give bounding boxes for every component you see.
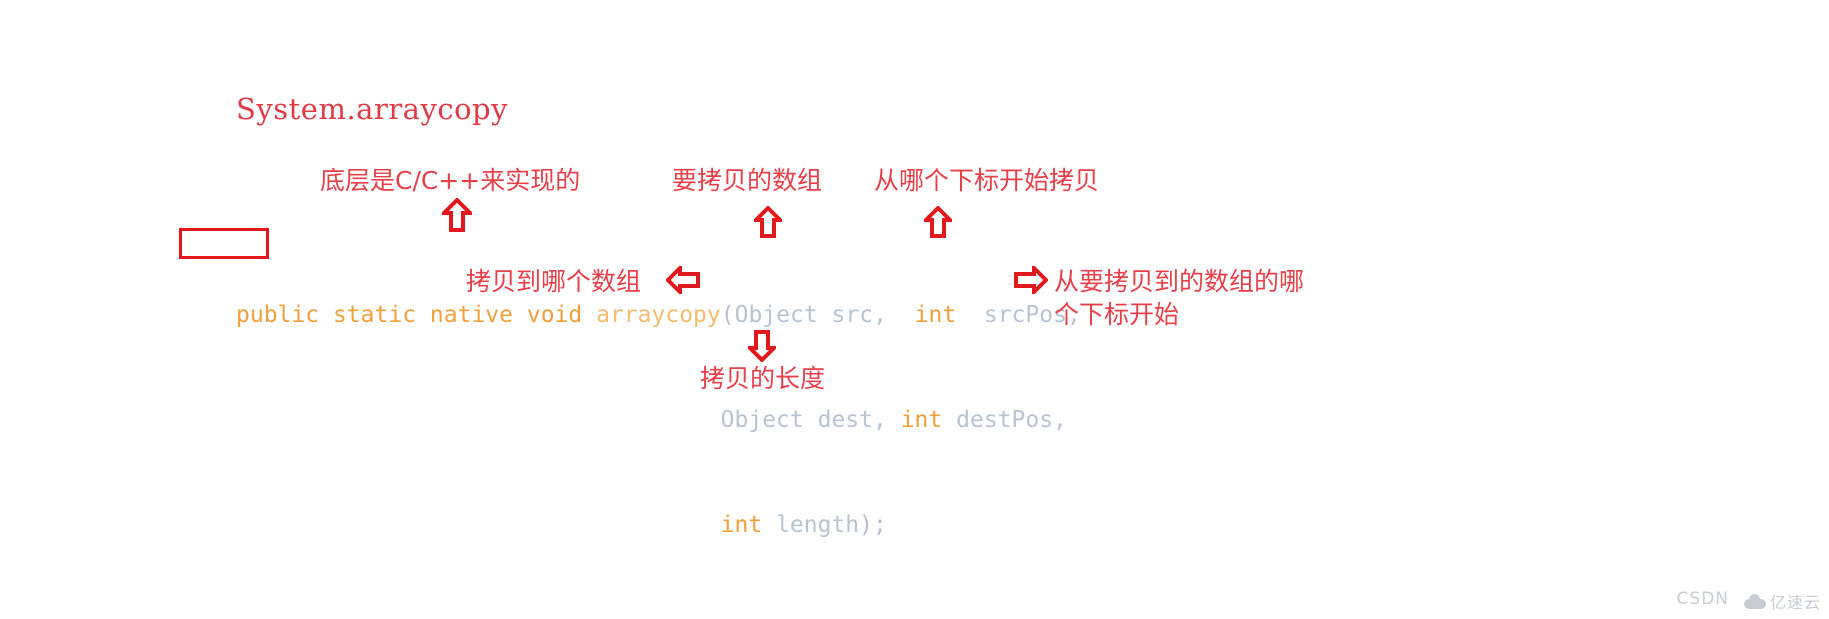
arrow-up-icon-srcpos — [924, 206, 952, 238]
page-title: System.arraycopy — [236, 92, 509, 126]
code-token-public: public — [236, 302, 320, 328]
arrow-left-icon-dest — [666, 266, 700, 294]
code-token-object-2: Object — [720, 407, 804, 433]
code-token-paren-close: ); — [859, 512, 887, 538]
annotation-copy-length: 拷贝的长度 — [700, 364, 826, 393]
annotation-source-index: 从哪个下标开始拷贝 — [874, 166, 1100, 195]
code-line-2: Object dest, int destPos, — [236, 403, 1081, 438]
code-line-1: public static native void arraycopy(Obje… — [236, 298, 1081, 333]
slide-canvas: System.arraycopy public static native vo… — [0, 0, 1829, 619]
code-token-int-1: int — [914, 302, 957, 328]
arrow-up-icon-native — [442, 198, 472, 232]
annotation-dest-array: 拷贝到哪个数组 — [466, 267, 642, 296]
code-token-arraycopy: arraycopy — [596, 302, 721, 328]
watermark-yisu: 亿速云 — [1743, 589, 1821, 613]
annotation-source-array: 要拷贝的数组 — [672, 166, 823, 195]
code-token-dest: dest, — [803, 407, 887, 433]
annotation-native-impl: 底层是C/C++来实现的 — [320, 166, 581, 195]
cloud-icon — [1743, 593, 1766, 609]
code-token-native: native — [429, 302, 513, 328]
code-token-length: length — [776, 512, 860, 538]
code-token-void: void — [526, 302, 583, 328]
arrow-down-icon-length — [748, 330, 776, 362]
code-block: public static native void arraycopy(Obje… — [236, 228, 1081, 613]
watermark-csdn: CSDN — [1676, 589, 1729, 609]
watermark-yisu-text: 亿速云 — [1769, 593, 1821, 612]
code-token-int-2: int — [900, 407, 943, 433]
code-token-src: src, — [817, 302, 887, 328]
arrow-up-icon-src — [754, 206, 782, 238]
code-token-destpos: destPos, — [956, 407, 1067, 433]
annotation-dest-index: 从要拷贝到的数组的哪 个下标开始 — [1054, 267, 1305, 329]
code-token-paren-open: ( — [720, 302, 735, 328]
code-line-3: int length); — [236, 508, 1081, 543]
code-token-int-3: int — [720, 512, 763, 538]
code-token-static: static — [332, 302, 417, 328]
code-token-object-1: Object — [734, 302, 818, 328]
arrow-right-icon-destpos — [1014, 266, 1048, 294]
